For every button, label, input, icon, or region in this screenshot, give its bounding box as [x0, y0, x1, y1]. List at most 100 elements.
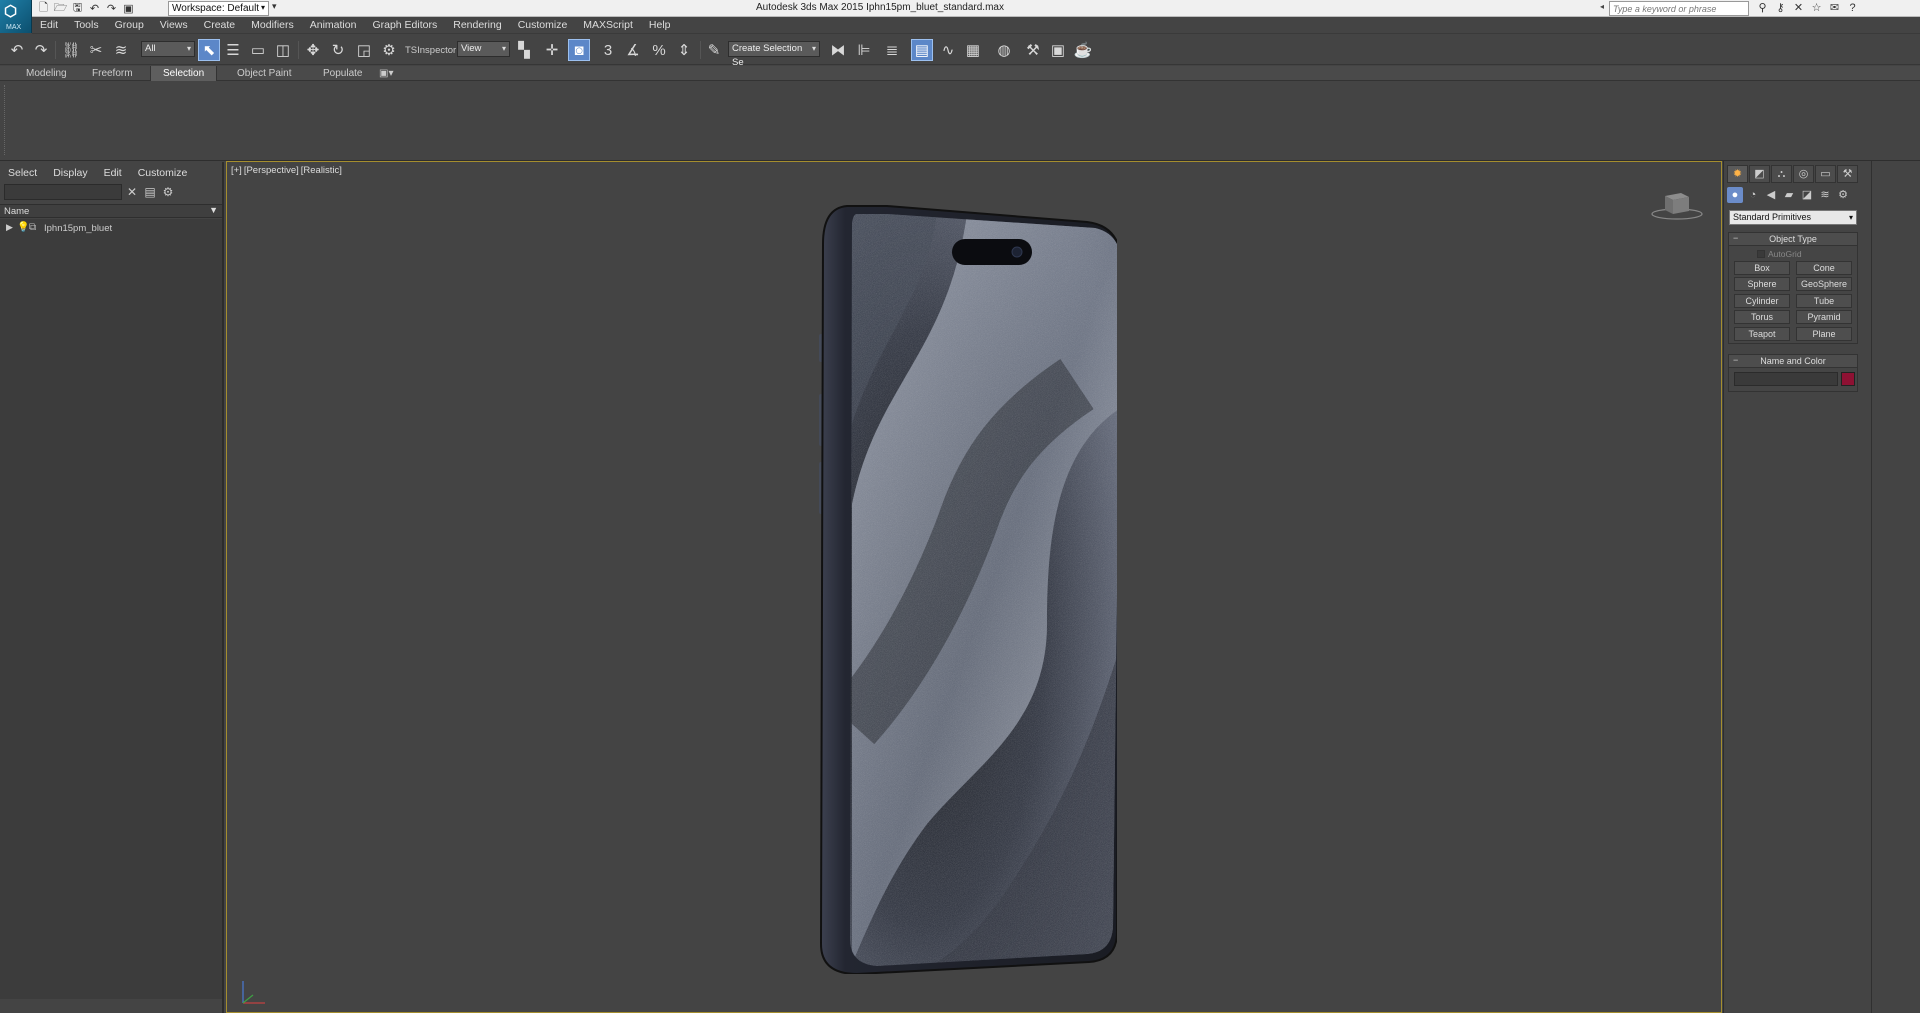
selection-filter-dropdown[interactable]: All ▾	[141, 41, 195, 57]
object-name-field[interactable]	[1734, 372, 1838, 386]
motion-tab-icon[interactable]: ◎	[1793, 165, 1814, 183]
list-item[interactable]: ▶ 💡 ⧉ Iphn15pm_bluet	[0, 221, 222, 236]
expand-arrow-icon[interactable]: ▶	[6, 222, 13, 233]
object-category-dropdown[interactable]: Standard Primitives ▾	[1729, 210, 1857, 225]
menu-group[interactable]: Group	[107, 17, 152, 34]
name-and-color-rollout-header[interactable]: − Name and Color	[1729, 355, 1857, 368]
teapot-button[interactable]: Teapot	[1734, 327, 1790, 341]
display-tab-icon[interactable]: ▭	[1815, 165, 1836, 183]
object-type-rollout-header[interactable]: − Object Type	[1729, 233, 1857, 246]
viewport-shading-label[interactable]: [Realistic]	[301, 165, 342, 176]
command-panel-scroll-area[interactable]	[1871, 161, 1920, 1013]
sphere-button[interactable]: Sphere	[1734, 277, 1790, 291]
cameras-icon[interactable]: ▰	[1781, 187, 1797, 203]
se-menu-edit[interactable]: Edit	[96, 165, 130, 181]
viewport-menu-label[interactable]: [+]	[231, 165, 242, 176]
cylinder-button[interactable]: Cylinder	[1734, 294, 1790, 308]
layer-explorer-icon[interactable]: ≣	[881, 39, 903, 61]
tab-modeling[interactable]: Modeling	[14, 66, 79, 81]
spinner-snap-icon[interactable]: ⇕	[673, 39, 695, 61]
search-expand-icon[interactable]: ◂	[1600, 2, 1604, 11]
select-object-icon[interactable]: ⬉	[198, 39, 220, 61]
edit-named-selection-icon[interactable]: ✎	[703, 39, 725, 61]
geometry-icon[interactable]: ●	[1727, 187, 1743, 203]
object-color-swatch[interactable]	[1841, 372, 1855, 386]
tube-button[interactable]: Tube	[1796, 294, 1852, 308]
se-menu-display[interactable]: Display	[45, 165, 95, 181]
space-warps-icon[interactable]: ≋	[1817, 187, 1833, 203]
menu-edit[interactable]: Edit	[32, 17, 66, 34]
clear-search-icon[interactable]: ✕	[124, 184, 140, 200]
perspective-viewport[interactable]: [+] [Perspective] [Realistic]	[226, 161, 1722, 1013]
light-bulb-icon[interactable]: 💡	[17, 222, 29, 233]
se-menu-select[interactable]: Select	[0, 165, 45, 181]
create-tab-icon[interactable]: ✹	[1727, 165, 1748, 183]
autogrid-checkbox[interactable]: AutoGrid	[1757, 249, 1802, 259]
search-input[interactable]: Type a keyword or phrase	[1609, 1, 1749, 16]
helpers-icon[interactable]: ◪	[1799, 187, 1815, 203]
ribbon-options-icon[interactable]: ▣▾	[375, 66, 397, 81]
scene-explorer-toggle-icon[interactable]: ▤	[911, 39, 933, 61]
menu-modifiers[interactable]: Modifiers	[243, 17, 302, 34]
ts-inspector-label[interactable]: TSInspector	[405, 45, 456, 56]
menu-help[interactable]: Help	[641, 17, 679, 34]
align-icon[interactable]: ⊫	[853, 39, 875, 61]
named-selection-set-dropdown[interactable]: Create Selection Se ▾	[728, 41, 820, 68]
select-manipulate-icon[interactable]: ✛	[541, 39, 563, 61]
star-icon[interactable]: ☆	[1809, 1, 1824, 15]
menu-graph-editors[interactable]: Graph Editors	[364, 17, 445, 34]
tab-object-paint[interactable]: Object Paint	[225, 66, 303, 81]
exchange-icon[interactable]: ✕	[1791, 1, 1806, 15]
reference-coordinate-dropdown[interactable]: View ▾	[457, 41, 510, 57]
render-production-icon[interactable]: ☕	[1072, 39, 1094, 61]
cone-button[interactable]: Cone	[1796, 261, 1852, 275]
box-button[interactable]: Box	[1734, 261, 1790, 275]
link-icon[interactable]: ⛓	[60, 39, 82, 61]
unlink-icon[interactable]: ✂	[85, 39, 107, 61]
curve-editor-icon[interactable]: ∿	[937, 39, 959, 61]
geosphere-button[interactable]: GeoSphere	[1796, 277, 1852, 291]
utilities-tab-icon[interactable]: ⚒	[1837, 165, 1858, 183]
percent-snap-icon[interactable]: %	[648, 39, 670, 61]
application-button[interactable]: ⬡ MAX	[0, 0, 32, 33]
tab-selection[interactable]: Selection	[150, 66, 218, 81]
help-icon[interactable]: ?	[1845, 1, 1860, 15]
column-header[interactable]: Name ▼	[0, 204, 222, 218]
keyboard-shortcut-override-icon[interactable]: ◙	[568, 39, 590, 61]
viewport-pov-label[interactable]: [Perspective]	[244, 165, 299, 176]
select-by-name-icon[interactable]: ☰	[222, 39, 244, 61]
angle-snap-icon[interactable]: ∡	[622, 39, 644, 61]
iphone-model[interactable]	[817, 204, 1117, 974]
find-icon[interactable]: ▤	[142, 184, 158, 200]
plane-button[interactable]: Plane	[1796, 327, 1852, 341]
modify-tab-icon[interactable]: ◩	[1749, 165, 1770, 183]
redo-icon[interactable]: ↷	[30, 39, 52, 61]
hierarchy-tab-icon[interactable]: ⛬	[1771, 165, 1792, 183]
rectangular-selection-icon[interactable]: ▭	[247, 39, 269, 61]
pyramid-button[interactable]: Pyramid	[1796, 310, 1852, 324]
binoculars-icon[interactable]: ⚲	[1755, 1, 1770, 15]
systems-icon[interactable]: ⚙	[1835, 187, 1851, 203]
shapes-icon[interactable]: ◔	[1745, 187, 1761, 203]
tab-freeform[interactable]: Freeform	[80, 66, 145, 81]
menu-rendering[interactable]: Rendering	[445, 17, 509, 34]
scale-icon[interactable]: ◲	[353, 39, 375, 61]
viewcube-icon[interactable]	[1651, 190, 1703, 222]
rendered-frame-window-icon[interactable]: ▣	[1047, 39, 1069, 61]
menu-create[interactable]: Create	[196, 17, 244, 34]
filter-icon[interactable]: ⚙	[160, 184, 176, 200]
menu-customize[interactable]: Customize	[510, 17, 576, 34]
pivot-center-icon[interactable]: ▚	[513, 39, 535, 61]
move-icon[interactable]: ✥	[302, 39, 324, 61]
schematic-view-icon[interactable]: ▦	[962, 39, 984, 61]
menu-animation[interactable]: Animation	[302, 17, 365, 34]
key-icon[interactable]: ⚷	[1773, 1, 1788, 15]
comm-center-icon[interactable]: ✉	[1827, 1, 1842, 15]
scene-search-input[interactable]	[4, 184, 122, 200]
menu-maxscript[interactable]: MAXScript	[575, 17, 641, 34]
torus-button[interactable]: Torus	[1734, 310, 1790, 324]
rotate-icon[interactable]: ↻	[327, 39, 349, 61]
undo-icon[interactable]: ↶	[6, 39, 28, 61]
se-menu-customize[interactable]: Customize	[130, 165, 196, 181]
bind-space-warp-icon[interactable]: ≋	[110, 39, 132, 61]
